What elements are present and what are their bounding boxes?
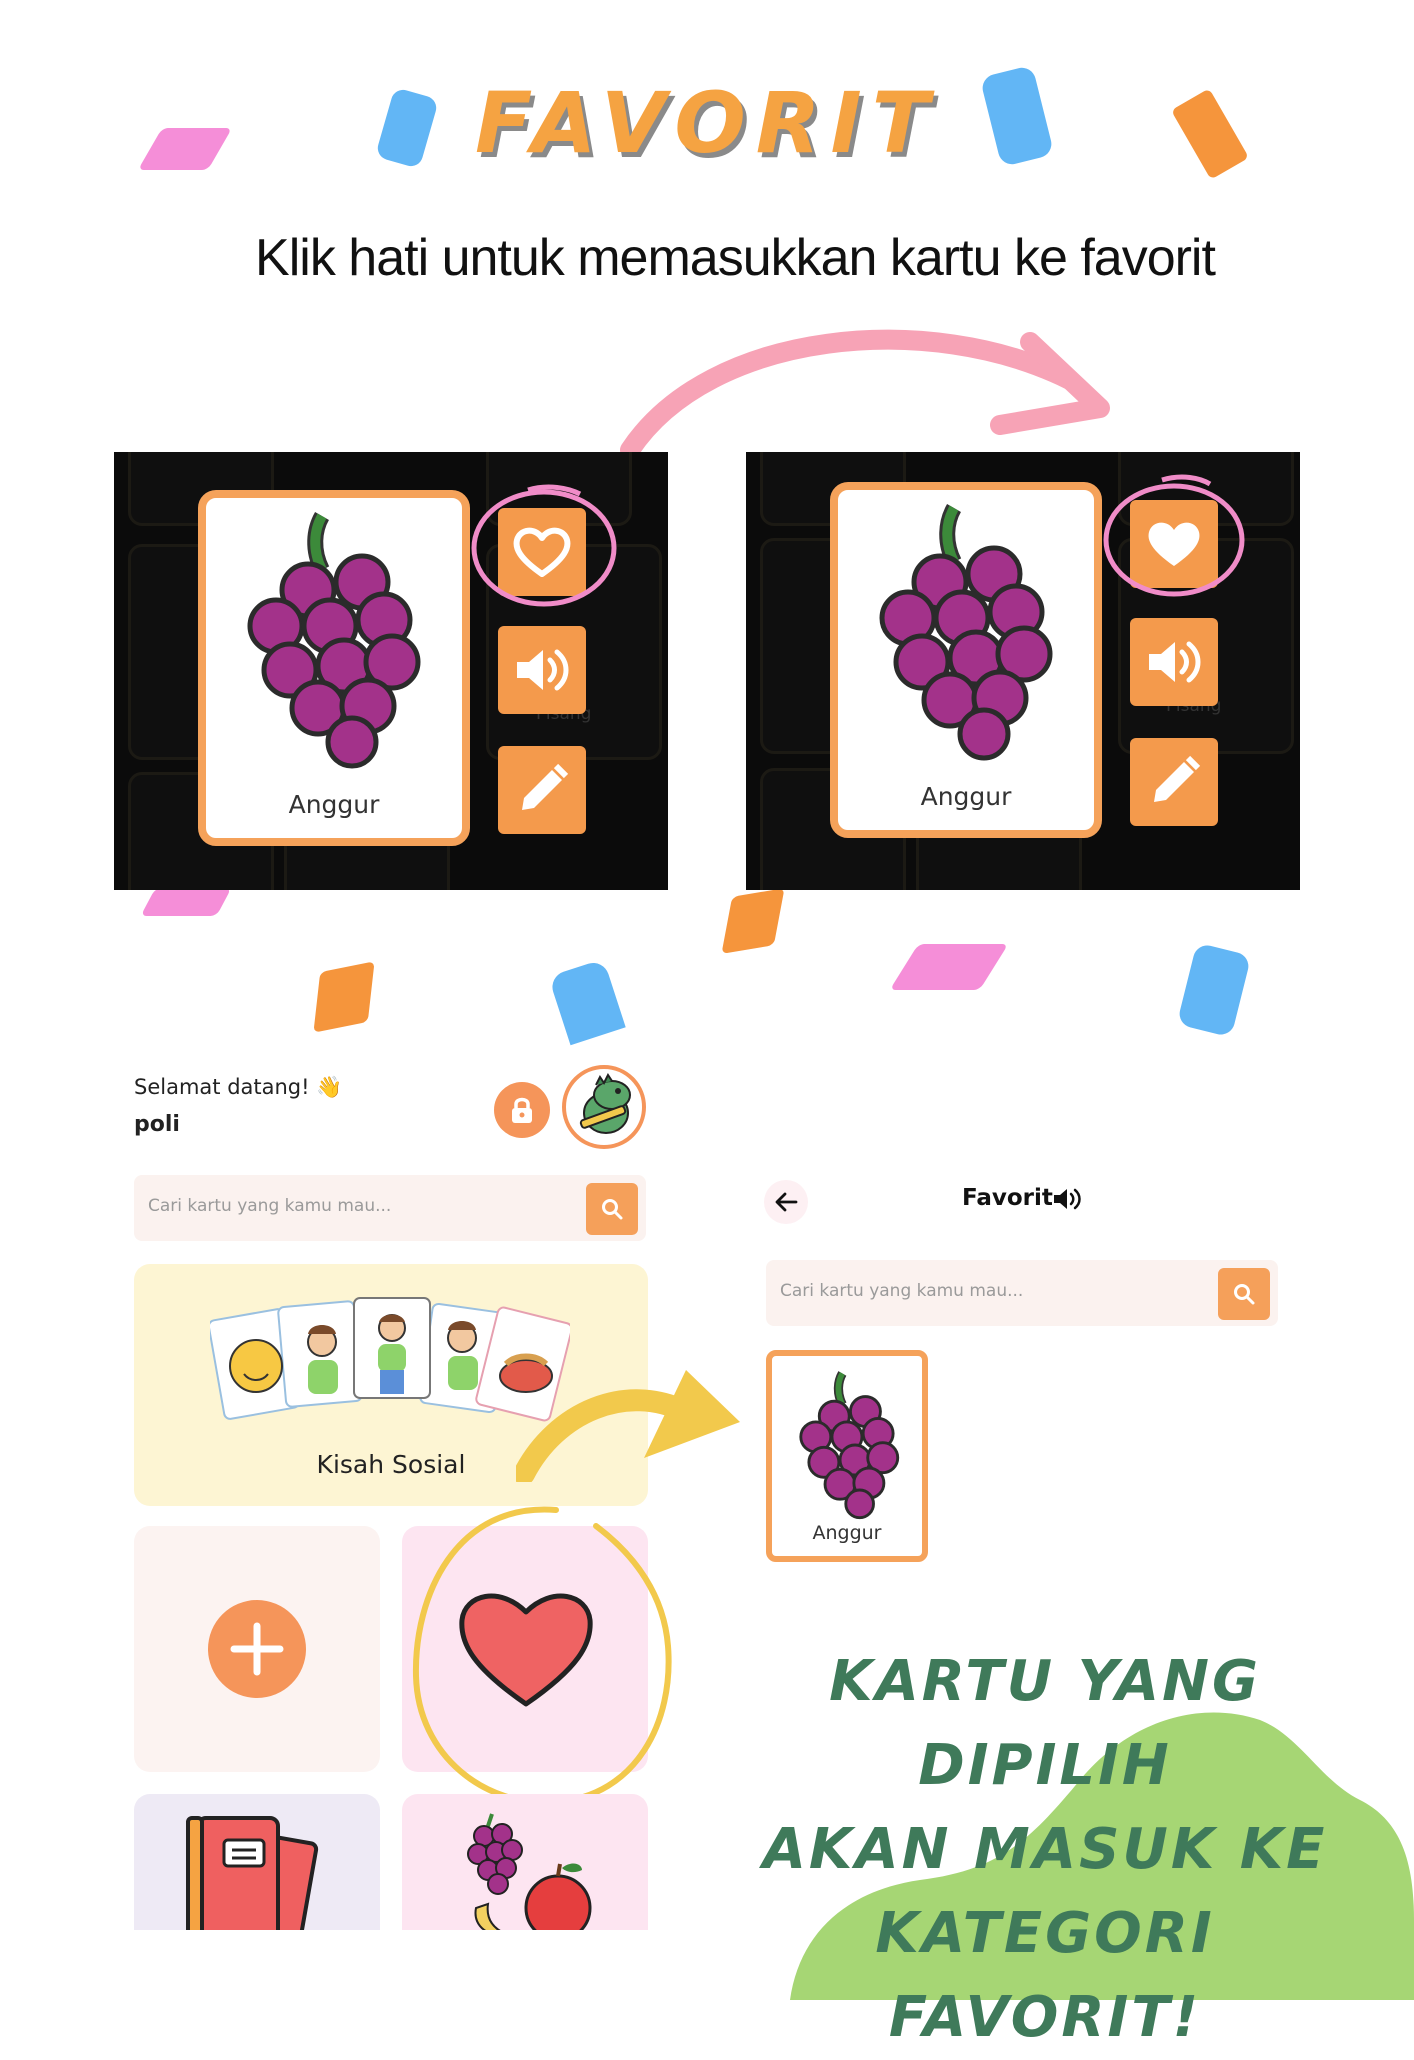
screenshot-before: Pisang Anggur: [114, 452, 668, 890]
page-title: FAVORIT: [474, 74, 940, 172]
edit-button[interactable]: [1130, 738, 1218, 826]
confetti-pink: [140, 888, 232, 916]
favorites-search-bar[interactable]: Cari kartu yang kamu mau...: [766, 1260, 1278, 1326]
grapes-icon: [247, 512, 421, 769]
username: poli: [134, 1112, 180, 1137]
card-label: Anggur: [920, 782, 1012, 811]
card-label: Anggur: [812, 1522, 882, 1544]
caption-text: KARTU YANG DIPILIH AKAN MASUK KE KATEGOR…: [735, 1640, 1355, 2060]
search-button[interactable]: [586, 1183, 638, 1235]
bottom-fade: [120, 1930, 660, 2000]
search-button[interactable]: [1218, 1268, 1270, 1320]
back-arrow-icon: [775, 1192, 798, 1212]
add-button[interactable]: [208, 1600, 306, 1698]
grapes-icon: [879, 504, 1053, 761]
yellow-arrow-icon: [516, 1370, 740, 1482]
flashcard[interactable]: Anggur: [830, 482, 1102, 838]
speaker-button[interactable]: [498, 626, 586, 714]
lock-button[interactable]: [494, 1082, 550, 1138]
page-subtitle: Klik hati untuk memasukkan kartu ke favo…: [255, 229, 1216, 287]
pink-arrow-icon: [620, 329, 1110, 460]
flashcard[interactable]: Anggur: [198, 490, 470, 846]
speaker-icon: [517, 649, 569, 691]
back-button[interactable]: [764, 1180, 808, 1224]
favorites-title: Favorit: [962, 1185, 1053, 1211]
confetti-blue: [548, 958, 626, 1046]
confetti-orange: [313, 961, 375, 1033]
screenshot-after: Pisang Anggur: [746, 452, 1300, 890]
fruit-category-tile[interactable]: [402, 1794, 648, 1934]
lock-icon: [512, 1097, 532, 1123]
add-category-tile[interactable]: [134, 1526, 380, 1772]
confetti-orange: [721, 888, 785, 954]
edit-button[interactable]: [498, 746, 586, 834]
plus-icon: [230, 1622, 284, 1676]
home-search-bar[interactable]: Cari kartu yang kamu mau...: [134, 1175, 646, 1241]
speaker-icon[interactable]: [1052, 1186, 1082, 1212]
caption-line: KATEGORI FAVORIT!: [875, 1901, 1215, 2050]
search-icon: [602, 1199, 623, 1220]
yellow-highlight-circle: [412, 1506, 672, 1806]
greeting-text: Selamat datang! 👋: [134, 1075, 343, 1099]
highlight-circle: [1103, 474, 1245, 597]
speaker-icon: [1149, 641, 1201, 683]
caption-line: AKAN MASUK KE: [762, 1817, 1328, 1882]
dino-avatar-icon: [579, 1073, 631, 1134]
favorite-card[interactable]: Anggur: [766, 1350, 928, 1562]
card-label: Anggur: [288, 790, 380, 819]
book-category-tile[interactable]: [134, 1794, 380, 1934]
search-icon: [1234, 1284, 1255, 1305]
highlight-circle: [471, 484, 617, 607]
confetti-pink: [889, 944, 1009, 990]
pencil-icon: [1154, 755, 1201, 802]
confetti-blue: [1176, 942, 1252, 1038]
search-placeholder: Cari kartu yang kamu mau...: [148, 1196, 392, 1216]
grapes-icon: [799, 1371, 900, 1520]
caption-line: KARTU YANG DIPILIH: [829, 1649, 1261, 1798]
pencil-icon: [522, 763, 569, 810]
avatar[interactable]: [562, 1065, 646, 1149]
search-placeholder: Cari kartu yang kamu mau...: [780, 1281, 1024, 1301]
book-icon: [186, 1816, 319, 1934]
fruit-icon: [467, 1813, 592, 1934]
speaker-button[interactable]: [1130, 618, 1218, 706]
